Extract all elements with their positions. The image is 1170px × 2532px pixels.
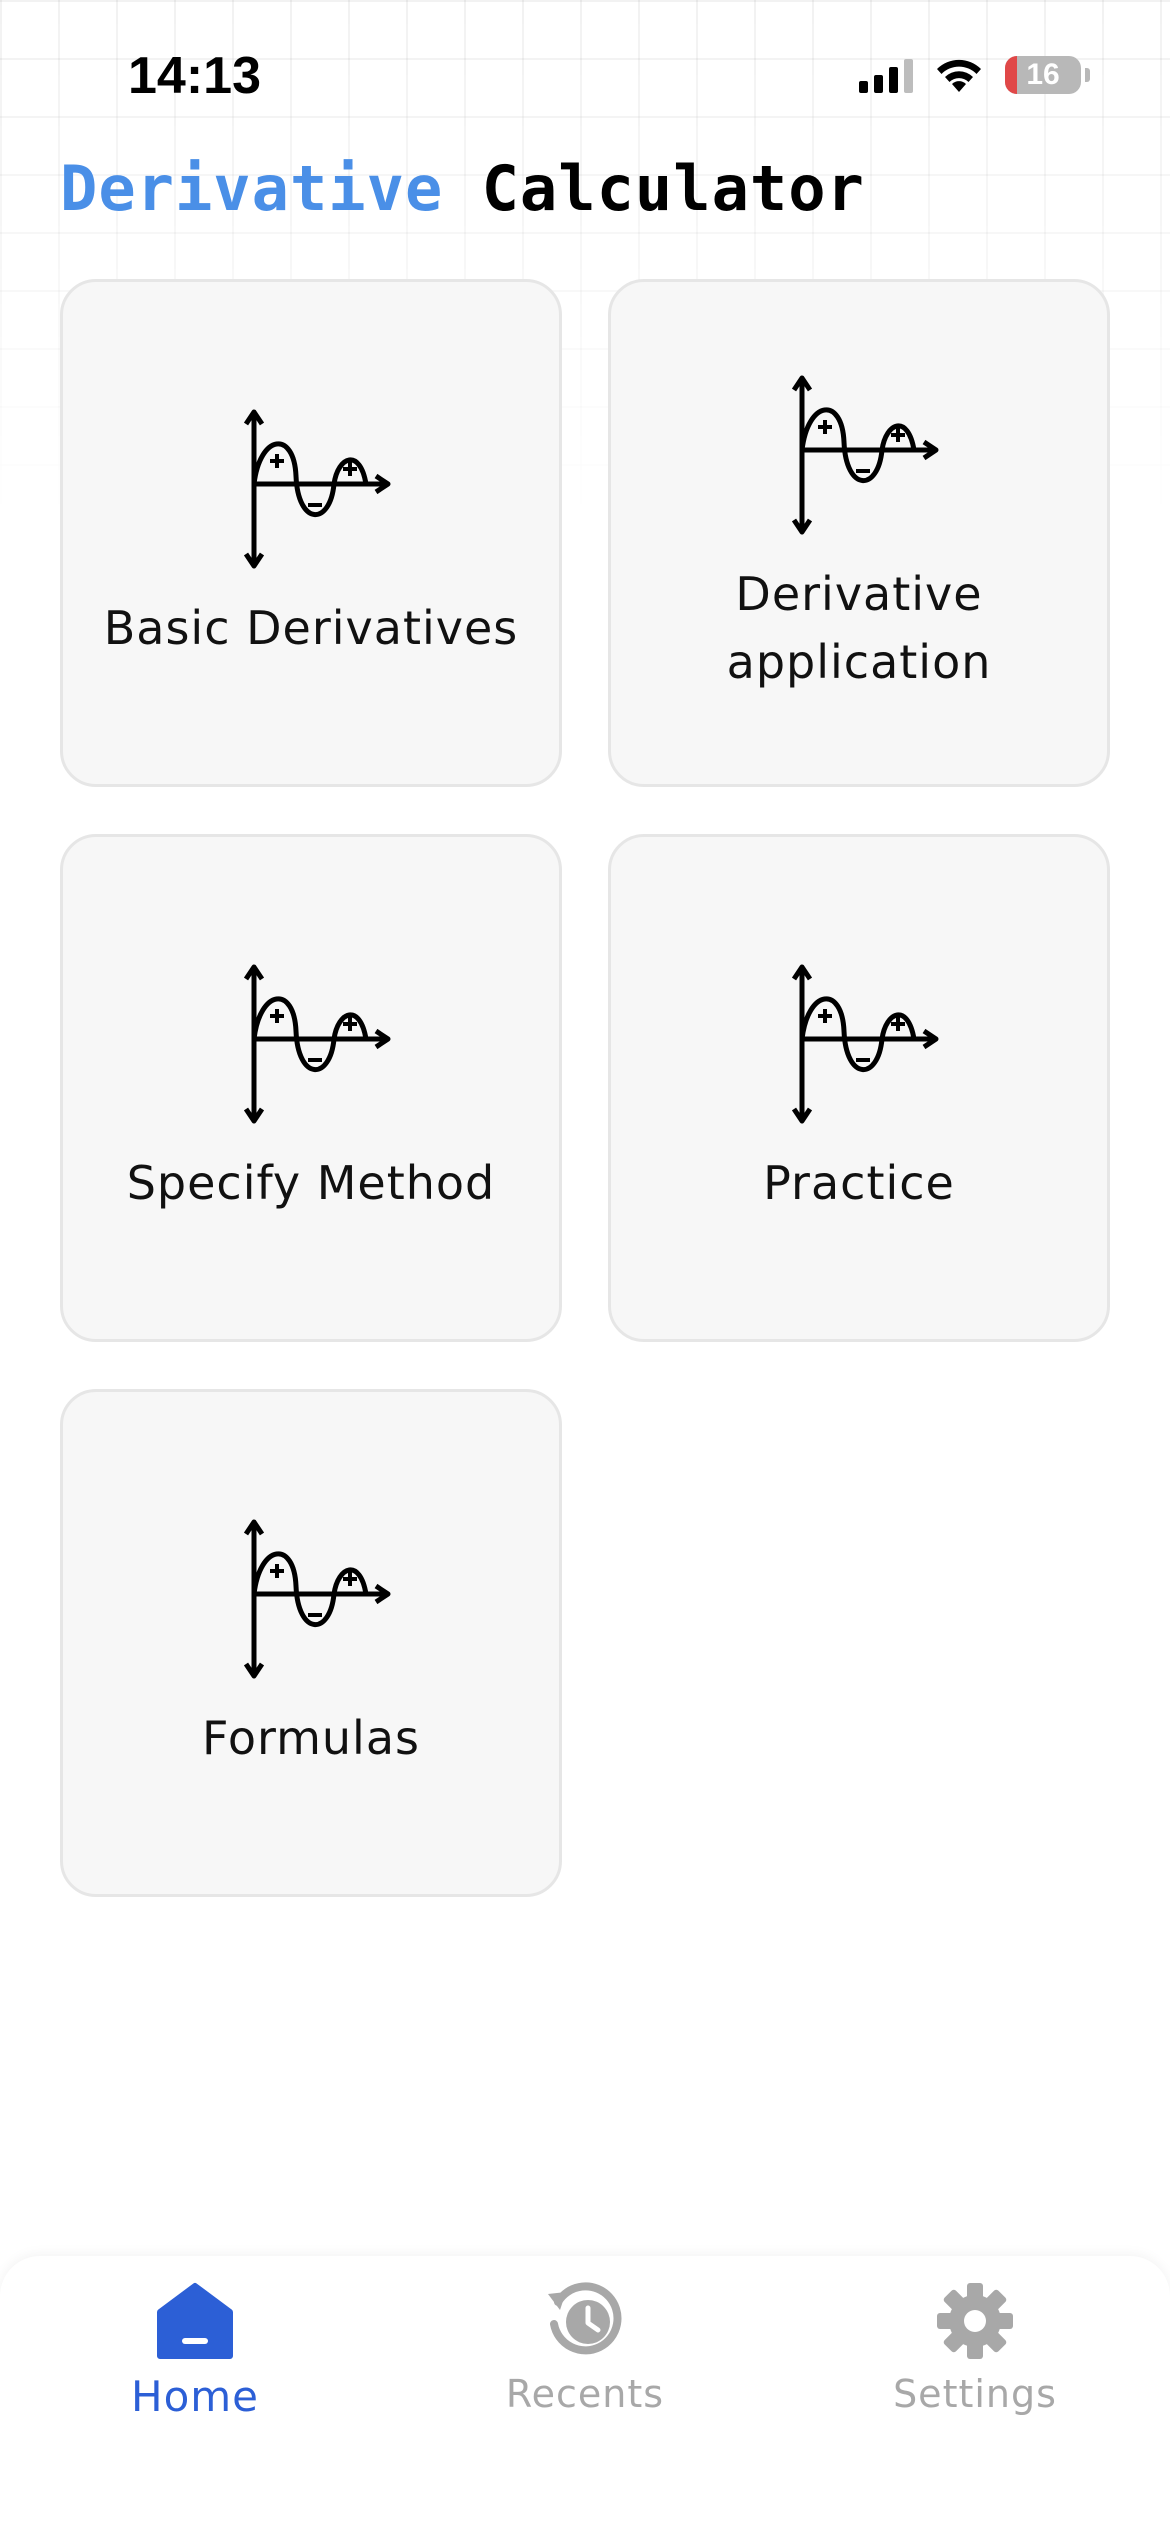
battery-level: 16	[1026, 58, 1060, 91]
card-specify-method[interactable]: Specify Method	[60, 834, 562, 1342]
tab-label-home: Home	[130, 2372, 260, 2421]
card-label: Derivative application	[726, 567, 992, 689]
status-bar: 14:13 16	[0, 0, 1170, 150]
card-label: Formulas	[202, 1711, 420, 1765]
tab-home[interactable]: Home	[45, 2276, 345, 2456]
card-label: Practice	[763, 1156, 955, 1210]
tab-recents[interactable]: Recents	[435, 2276, 735, 2456]
history-icon	[548, 2282, 622, 2355]
derivative-graph-icon	[226, 959, 396, 1129]
page-title: Derivative Calculator	[60, 152, 865, 225]
gear-icon	[937, 2283, 1013, 2359]
status-icons: 16	[859, 56, 1090, 94]
derivative-graph-icon	[774, 959, 944, 1129]
card-formulas[interactable]: Formulas	[60, 1389, 562, 1897]
tab-bar: Home Recents Settings	[0, 2256, 1170, 2532]
derivative-graph-icon	[226, 404, 396, 574]
card-label: Basic Derivatives	[103, 601, 519, 655]
card-derivative-application[interactable]: Derivative application	[608, 279, 1110, 787]
card-label: Specify Method	[126, 1156, 496, 1210]
tab-label-recents: Recents	[505, 2372, 665, 2416]
home-icon	[157, 2283, 233, 2359]
derivative-graph-icon	[774, 370, 944, 540]
status-time: 14:13	[128, 47, 261, 105]
cellular-signal-icon	[859, 57, 913, 93]
battery-nub	[1085, 68, 1090, 82]
derivative-graph-icon	[226, 1514, 396, 1684]
page-title-main: Calculator	[481, 152, 865, 225]
tab-settings[interactable]: Settings	[825, 2276, 1125, 2456]
battery-icon: 16	[1005, 56, 1081, 94]
wifi-icon	[937, 59, 981, 92]
tab-label-settings: Settings	[893, 2372, 1057, 2416]
page-title-accent: Derivative	[60, 152, 444, 225]
card-basic-derivatives[interactable]: Basic Derivatives	[60, 279, 562, 787]
card-practice[interactable]: Practice	[608, 834, 1110, 1342]
